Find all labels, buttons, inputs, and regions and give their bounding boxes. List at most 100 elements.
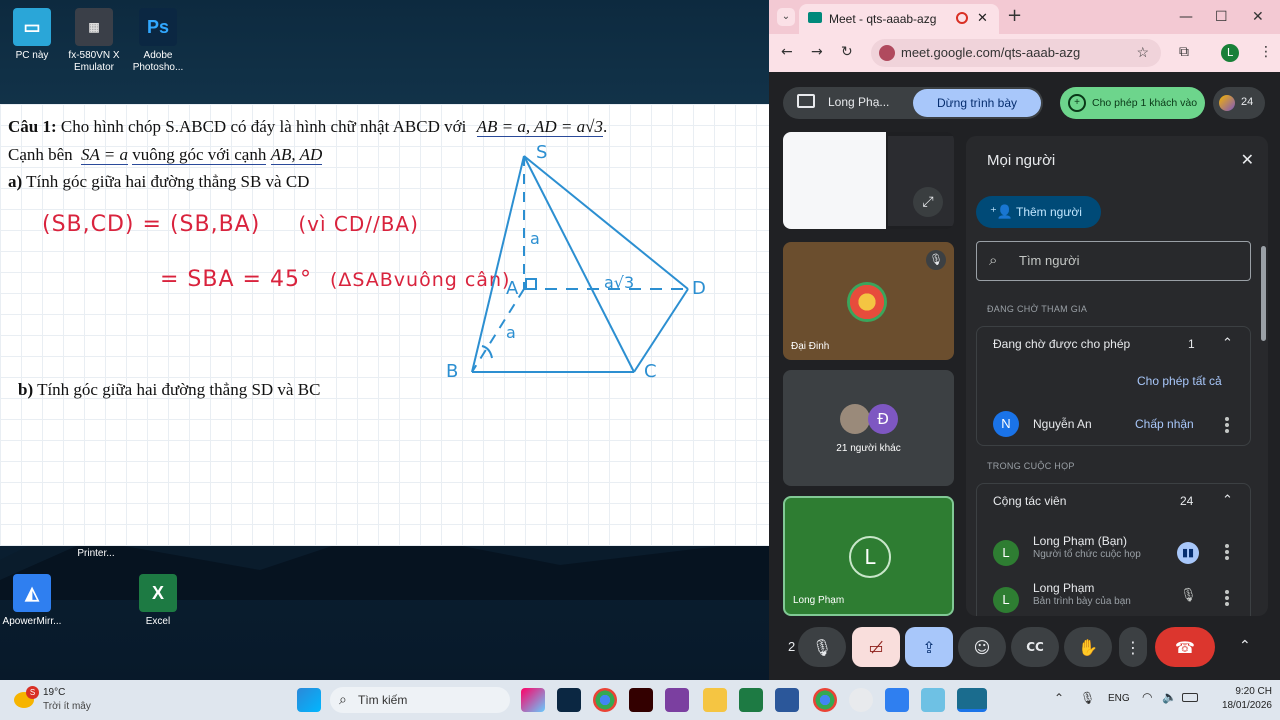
desktop-icon-printer[interactable]: Printer...: [56, 548, 136, 560]
mic-button[interactable]: 🎙: [798, 627, 846, 667]
desktop-icon-excel[interactable]: X Excel: [118, 574, 198, 628]
chrome-profile-icon[interactable]: [813, 688, 837, 712]
waiting-group-title[interactable]: Đang chờ được cho phép: [993, 337, 1130, 351]
participants-button[interactable]: 24: [1213, 87, 1265, 119]
collaborators-card: Cộng tác viên 24 ⌃ L Long Phạm (Bạn) Ngư…: [976, 483, 1251, 616]
tile-name: Đại Đinh: [791, 341, 830, 352]
waiting-more-icon[interactable]: [1225, 417, 1229, 435]
language-indicator[interactable]: ENG: [1108, 693, 1130, 704]
browser-toolbar: ← → ↻ meet.google.com/qts-aaab-azg ☆ ⧉ L…: [769, 34, 1280, 72]
part-a: a) Tính góc giữa hai đường thẳng SB và C…: [8, 172, 309, 192]
captions-icon: CC: [1026, 640, 1044, 654]
tile-dai-dinh[interactable]: 🎙 Đại Đinh: [783, 242, 954, 360]
captions-button[interactable]: CC: [1011, 627, 1059, 667]
reload-icon[interactable]: ↻: [841, 44, 853, 60]
allow-guest-button[interactable]: + Cho phép 1 khách vào: [1060, 87, 1205, 119]
stop-presenting-button[interactable]: Dừng trình bày: [913, 89, 1041, 117]
tile-others[interactable]: Đ 21 người khác: [783, 370, 954, 486]
accept-button[interactable]: Chấp nhận: [1135, 417, 1194, 431]
vertex-d-label: D: [692, 278, 706, 299]
start-button[interactable]: [297, 688, 321, 712]
maximize-icon[interactable]: ☐: [1215, 9, 1228, 25]
tab-close-icon[interactable]: ✕: [977, 10, 988, 26]
tray-mic-icon[interactable]: 🎙: [1080, 691, 1095, 705]
new-tab-icon[interactable]: +: [1007, 5, 1022, 26]
bookmark-star-icon[interactable]: ☆: [1136, 44, 1149, 61]
active-window-icon[interactable]: [957, 688, 987, 712]
forward-icon[interactable]: →: [811, 44, 823, 60]
tab-meet[interactable]: Meet - qts-aaab-azg ✕: [799, 4, 999, 34]
excel-taskbar-icon[interactable]: [739, 688, 763, 712]
profile-avatar[interactable]: L: [1221, 44, 1239, 62]
member-more-icon[interactable]: [1225, 590, 1229, 608]
meet-app: Long Phạ... Dừng trình bày + Cho phép 1 …: [769, 72, 1280, 680]
leave-call-button[interactable]: ☎: [1155, 627, 1215, 667]
close-panel-icon[interactable]: ✕: [1241, 150, 1254, 170]
tile-screen-share[interactable]: ⤢: [783, 132, 954, 229]
app-taskbar-icon[interactable]: [665, 688, 689, 712]
wifi-icon[interactable]: ◠: [1142, 690, 1152, 704]
messenger-icon[interactable]: [849, 688, 873, 712]
raise-hand-button[interactable]: ✋: [1064, 627, 1112, 667]
menu-kebab-icon[interactable]: ⋮: [1259, 44, 1273, 60]
question-1-label: Câu 1:: [8, 117, 57, 136]
collab-group-title[interactable]: Cộng tác viên: [993, 494, 1066, 508]
copilot-icon[interactable]: [521, 688, 545, 712]
search-people-input[interactable]: ⌕ Tìm người: [976, 241, 1251, 281]
app2-taskbar-icon[interactable]: [921, 688, 945, 712]
clock-time[interactable]: 9:20 CH: [1222, 686, 1272, 697]
panel-scrollbar[interactable]: [1261, 246, 1266, 341]
microphone-icon: 🎙: [811, 637, 833, 657]
excel-icon: X: [139, 574, 177, 612]
waiting-person-avatar: N: [993, 411, 1019, 437]
tile-long-pham[interactable]: L Long Phạm: [783, 496, 954, 616]
emoji-button[interactable]: ☺: [958, 627, 1006, 667]
chrome-taskbar-icon[interactable]: [593, 688, 617, 712]
member-more-icon[interactable]: [1225, 544, 1229, 562]
apowermirror-taskbar-icon[interactable]: [885, 688, 909, 712]
minimize-icon[interactable]: —: [1179, 9, 1193, 25]
battery-icon[interactable]: [1182, 693, 1198, 702]
word-taskbar-icon[interactable]: [775, 688, 799, 712]
member-role: Người tổ chức cuộc họp: [1033, 549, 1141, 560]
illustrator-taskbar-icon[interactable]: [629, 688, 653, 712]
desktop-icon-apowermirror[interactable]: ◭ ApowerMirr...: [0, 574, 72, 628]
more-options-button[interactable]: ⋮: [1119, 627, 1147, 667]
avatar-lego-icon: [847, 282, 887, 322]
weather-widget[interactable]: S: [14, 686, 40, 712]
photoshop-taskbar-icon[interactable]: [557, 688, 581, 712]
site-info-icon[interactable]: [879, 45, 895, 61]
allow-all-button[interactable]: Cho phép tất cả: [1137, 374, 1222, 388]
search-icon: ⌕: [989, 252, 998, 269]
in-meeting-section-label: TRONG CUỘC HỌP: [987, 461, 1075, 471]
part-b: b) Tính góc giữa hai đường thẳng SD và B…: [18, 380, 320, 400]
present-button[interactable]: ⇪: [905, 627, 953, 667]
chevron-up-icon[interactable]: ⌃: [1222, 335, 1233, 351]
camera-off-button[interactable]: ▭̸: [852, 627, 900, 667]
extensions-icon[interactable]: ⧉: [1179, 44, 1189, 60]
whiteboard[interactable]: Câu 1: Cho hình chóp S.ABCD có đáy là hì…: [0, 104, 770, 546]
weather-badge: S: [26, 686, 39, 699]
volume-icon[interactable]: 🔈: [1162, 690, 1177, 704]
expand-icon[interactable]: ⤢: [913, 187, 943, 217]
collab-count: 24: [1180, 494, 1194, 508]
add-people-label: Thêm người: [1016, 205, 1082, 219]
tray-chevron-icon[interactable]: ⌃: [1054, 691, 1064, 705]
desktop-icon-label: Adobe Photosho...: [132, 50, 184, 73]
desktop-icon-photoshop[interactable]: Ps Adobe Photosho...: [118, 8, 198, 74]
tab-search-button[interactable]: ⌄: [777, 8, 795, 26]
add-people-button[interactable]: ⁺👤 Thêm người: [976, 196, 1101, 228]
back-icon[interactable]: ←: [781, 44, 793, 60]
present-screen-icon: ⇪: [922, 637, 936, 657]
chevron-up-icon[interactable]: ⌃: [1239, 638, 1251, 654]
question-1-text: Cho hình chóp S.ABCD có đáy là hình chữ …: [60, 117, 467, 136]
chevron-up-icon[interactable]: ⌃: [1222, 492, 1233, 508]
desktop-icon-label: Excel: [145, 616, 171, 627]
people-panel: Mọi người ✕ ⁺👤 Thêm người ⌕ Tìm người ĐA…: [966, 136, 1268, 616]
clock-date[interactable]: 18/01/2026: [1212, 700, 1272, 711]
close-window-icon[interactable]: ✕: [1252, 9, 1264, 25]
waiting-section-label: ĐANG CHỜ THAM GIA: [987, 304, 1088, 314]
taskbar-search[interactable]: ⌕ Tìm kiếm: [330, 687, 510, 713]
address-bar[interactable]: meet.google.com/qts-aaab-azg ☆: [871, 39, 1161, 67]
file-explorer-icon[interactable]: [703, 688, 727, 712]
